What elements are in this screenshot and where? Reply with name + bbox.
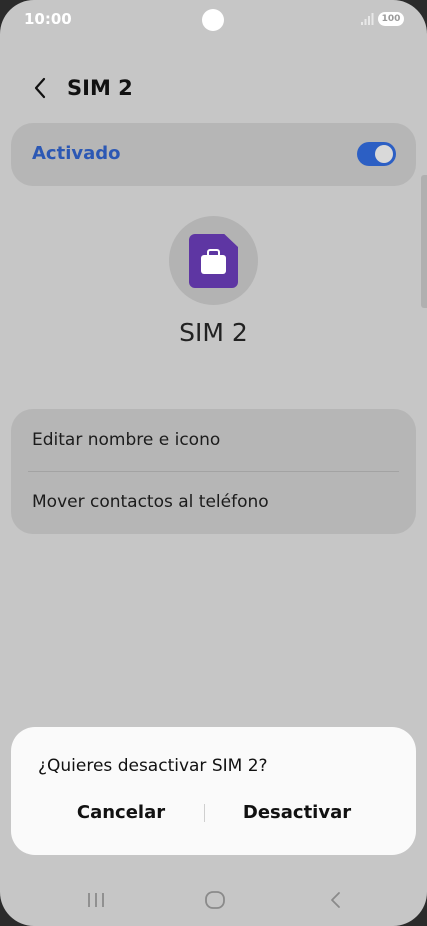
back-button[interactable] bbox=[26, 74, 54, 102]
button-separator bbox=[204, 804, 205, 822]
sim-name: SIM 2 bbox=[179, 318, 248, 347]
back-icon bbox=[331, 892, 340, 908]
signal-icon bbox=[361, 13, 374, 25]
sim-card-icon bbox=[189, 234, 238, 288]
home-icon bbox=[205, 891, 225, 909]
briefcase-icon bbox=[201, 249, 226, 274]
recents-icon bbox=[88, 893, 104, 907]
nav-back-button[interactable] bbox=[320, 888, 350, 912]
toggle-label: Activado bbox=[32, 143, 121, 164]
cancel-button[interactable]: Cancelar bbox=[37, 792, 205, 834]
edge-panel-handle[interactable] bbox=[421, 175, 427, 308]
screen: 10:00 100 SIM 2 Activado SIM 2 Editar no… bbox=[0, 0, 427, 926]
activation-toggle-row[interactable]: Activado bbox=[11, 123, 416, 186]
status-time: 10:00 bbox=[24, 10, 72, 28]
home-button[interactable] bbox=[200, 888, 230, 912]
edit-name-icon-option[interactable]: Editar nombre e icono bbox=[32, 430, 220, 450]
recents-button[interactable] bbox=[81, 888, 111, 912]
activation-switch[interactable] bbox=[357, 142, 396, 166]
camera-cutout bbox=[202, 9, 224, 31]
switch-knob bbox=[375, 145, 393, 163]
deactivate-dialog: ¿Quieres desactivar SIM 2? Cancelar Desa… bbox=[11, 727, 416, 855]
sim-icon-circle bbox=[169, 216, 258, 305]
dialog-title: ¿Quieres desactivar SIM 2? bbox=[38, 756, 268, 776]
page-title: SIM 2 bbox=[67, 76, 133, 100]
battery-icon: 100 bbox=[378, 12, 404, 26]
options-card: Editar nombre e icono Mover contactos al… bbox=[11, 409, 416, 534]
chevron-left-icon bbox=[34, 77, 46, 99]
move-contacts-option[interactable]: Mover contactos al teléfono bbox=[32, 492, 269, 512]
divider bbox=[28, 471, 399, 472]
deactivate-button[interactable]: Desactivar bbox=[212, 792, 382, 834]
